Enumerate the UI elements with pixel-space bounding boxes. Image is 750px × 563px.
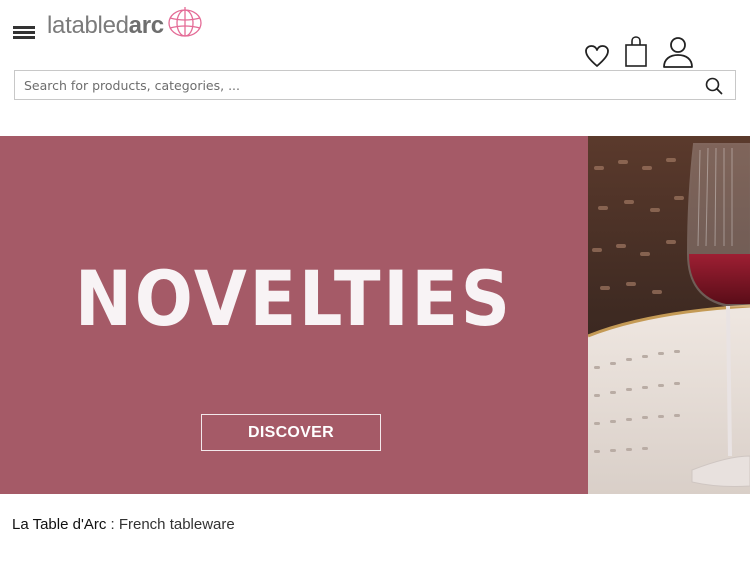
search-input[interactable]: [15, 71, 685, 99]
wine-glass-photo: [588, 136, 750, 494]
hero-banner[interactable]: NOVELTIES DISCOVER: [0, 136, 750, 494]
header-actions: [584, 36, 694, 68]
logo-wordmark: latabledarc: [47, 12, 164, 39]
search-icon[interactable]: [705, 77, 723, 95]
hamburger-menu-icon[interactable]: [13, 26, 35, 42]
footer-tagline: La Table d'Arc : French tableware: [12, 516, 235, 533]
footer-description: French tableware: [118, 516, 235, 533]
heart-icon[interactable]: [584, 44, 610, 68]
user-icon[interactable]: [662, 36, 694, 68]
site-header: latabledarc: [0, 0, 750, 136]
shopping-bag-icon[interactable]: [624, 36, 648, 68]
footer-separator: :: [106, 516, 119, 533]
footer-brand: La Table d'Arc: [12, 516, 107, 533]
search-bar: [14, 70, 736, 100]
hero-panel: NOVELTIES DISCOVER: [0, 136, 588, 494]
globe-logo-icon: [168, 7, 202, 37]
discover-button[interactable]: DISCOVER: [201, 414, 381, 451]
site-logo[interactable]: latabledarc: [47, 7, 203, 44]
hero-title: NOVELTIES: [74, 254, 513, 343]
